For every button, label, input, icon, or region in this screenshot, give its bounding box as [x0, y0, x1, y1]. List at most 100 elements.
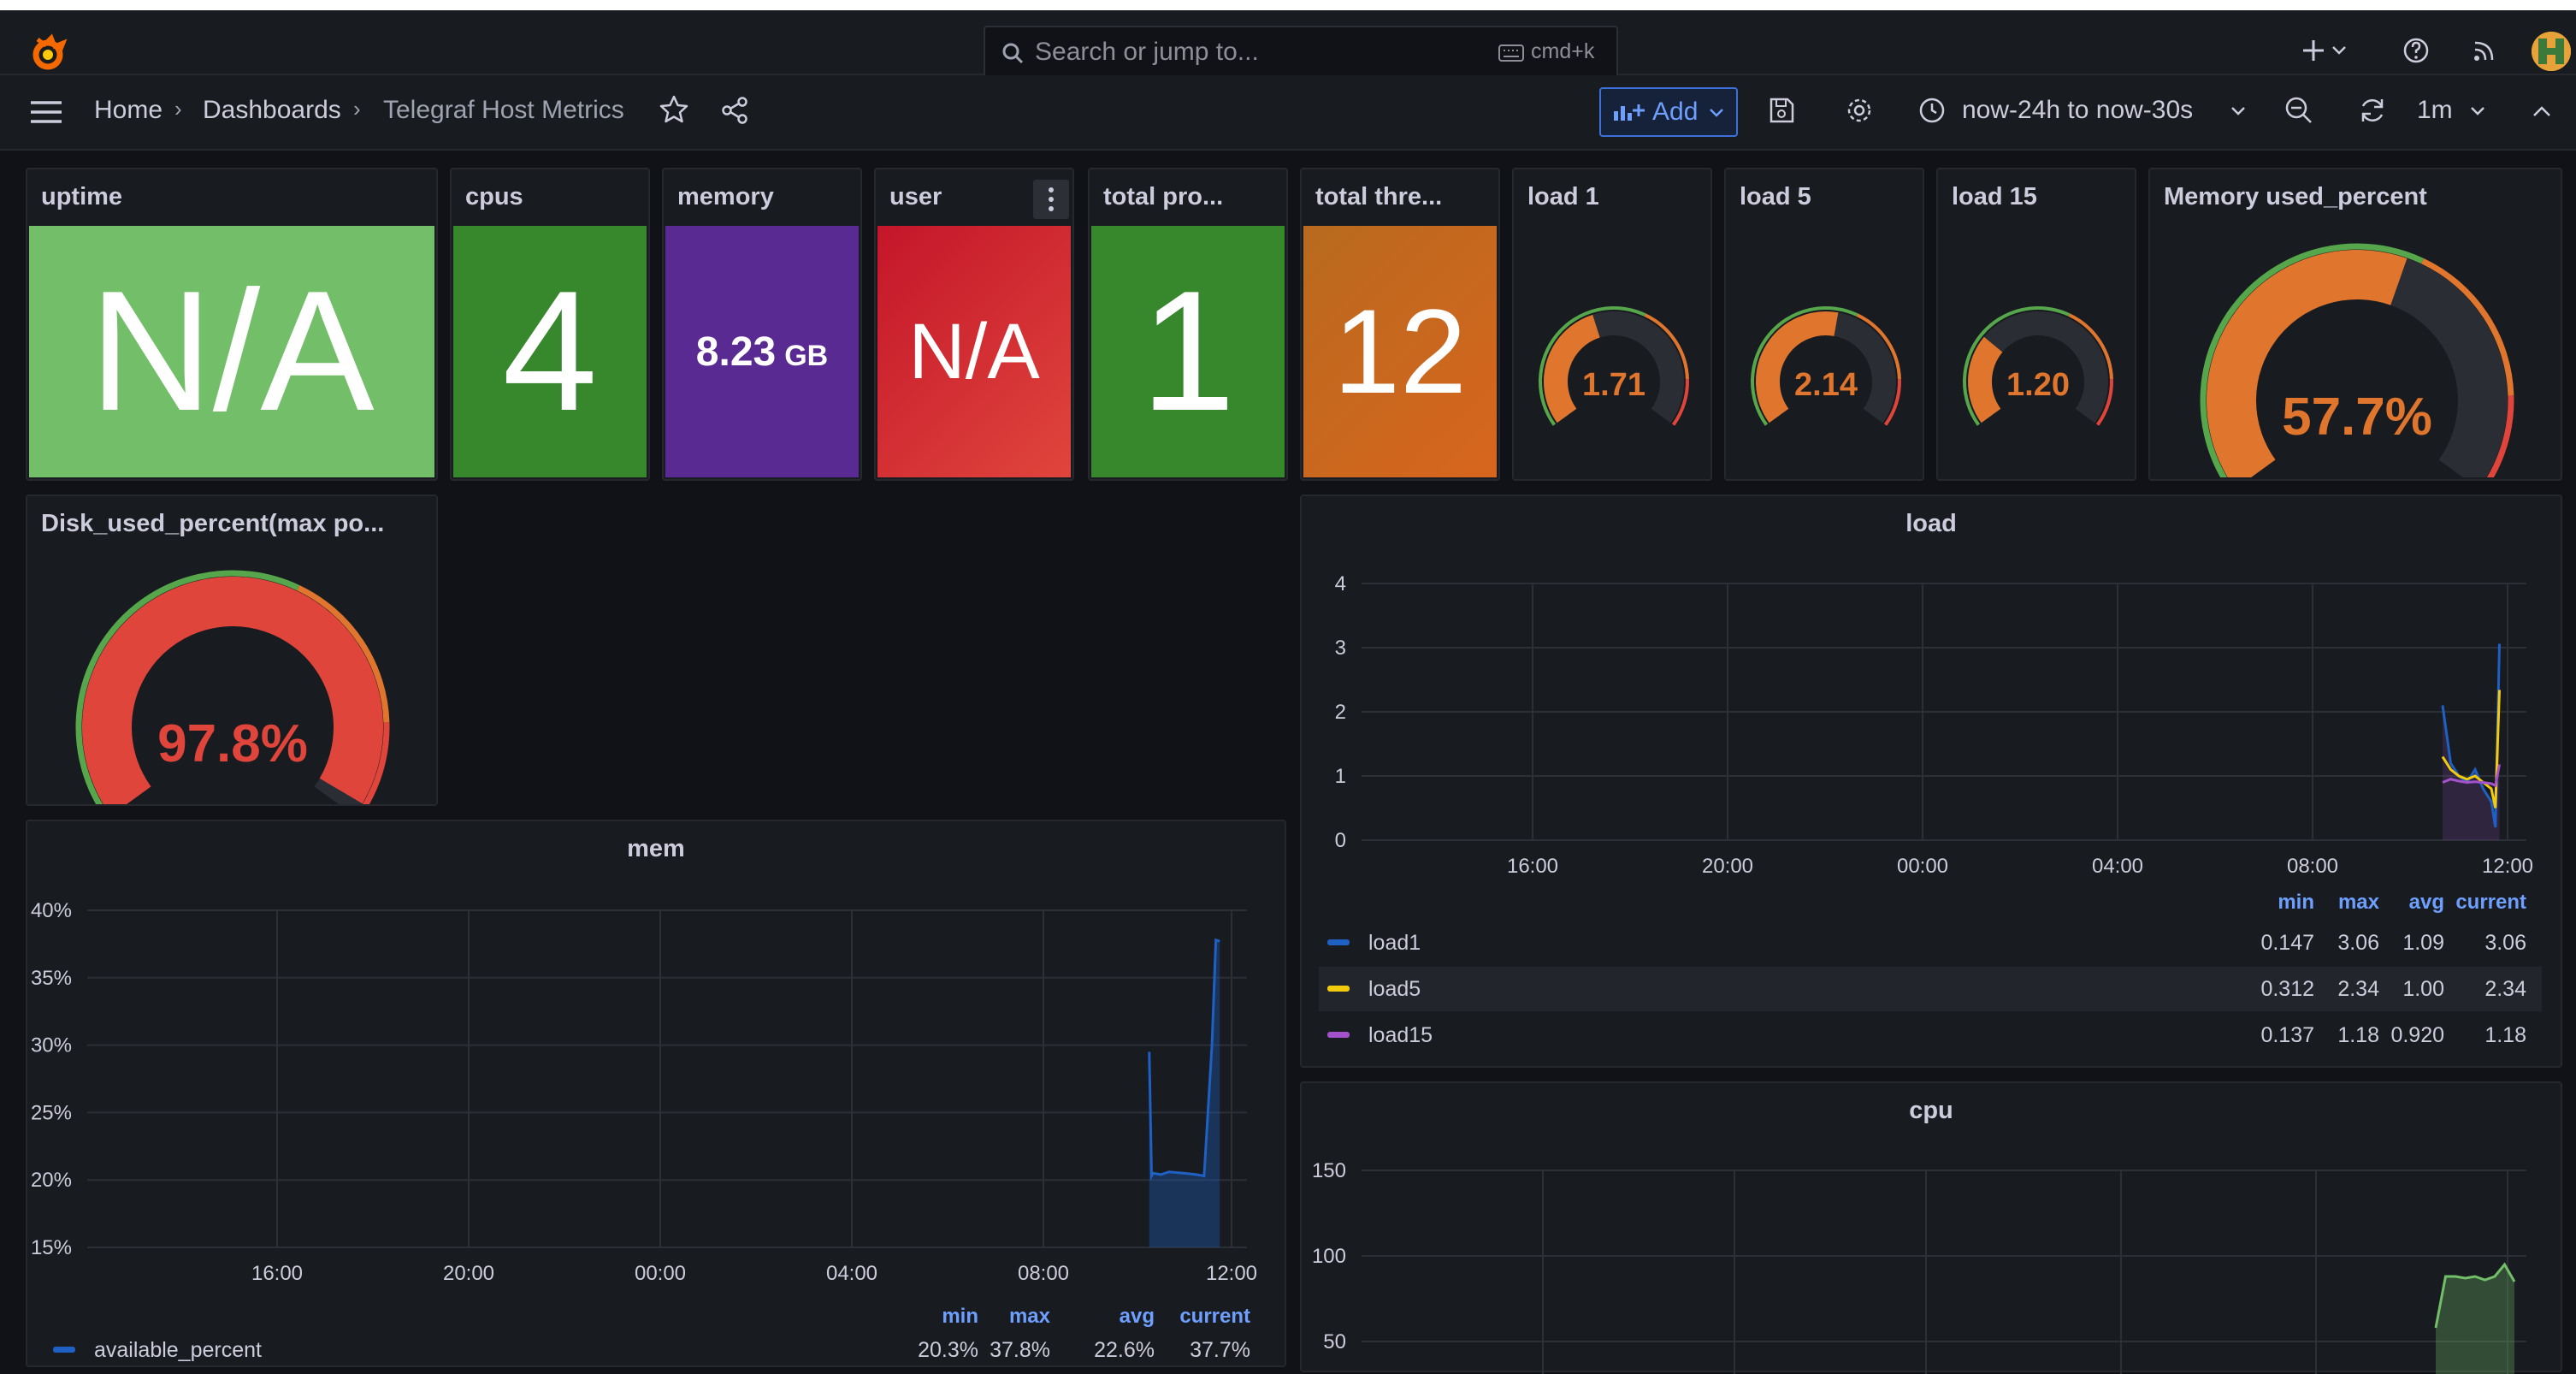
y-tick-label: 2	[1335, 701, 1346, 724]
panel-title: total thre...	[1315, 183, 1443, 210]
time-range-picker[interactable]: now-24h to now-30s	[1962, 96, 2193, 125]
legend-header[interactable]: avg	[1120, 1305, 1155, 1328]
search-bar[interactable]: Search or jump to... cmd+k	[984, 26, 1618, 80]
breadcrumb-separator-icon: ›	[174, 96, 182, 121]
panel-disk-used-percent[interactable]: Disk_used_percent(max po... 97.8%	[26, 495, 438, 806]
gauge-value: 1.20	[2006, 367, 2070, 403]
panel-mem[interactable]: mem 15% 20% 25% 30% 35% 40% 16:00 20:00 00:00 04:…	[26, 820, 1286, 1367]
panel-memory[interactable]: memory 8.23 GB	[662, 168, 862, 481]
stat-value: N/A	[29, 226, 434, 477]
plus-icon[interactable]	[2299, 36, 2328, 65]
y-tick-label: 150	[1312, 1159, 1346, 1182]
panel-load-5[interactable]: load 5 2.14	[1724, 168, 1924, 481]
panel-user[interactable]: user N/A	[874, 168, 1074, 481]
x-tick-label: 08:00	[1018, 1262, 1069, 1285]
panel-menu-icon[interactable]	[1033, 180, 1069, 219]
stat-box: 8.23 GB	[665, 226, 859, 477]
breadcrumb-dashboards[interactable]: Dashboards	[203, 96, 341, 125]
star-icon[interactable]	[659, 94, 689, 125]
breadcrumb-current: Telegraf Host Metrics	[383, 96, 624, 124]
legend-header[interactable]: max	[2338, 891, 2380, 914]
panel-load[interactable]: load 0 1 2 3 4 16:00 20:00 00:00 04:00 08:00 12:00…	[1300, 495, 2562, 1068]
legend-value: 1.18	[2484, 1023, 2526, 1047]
clock-icon[interactable]	[1917, 96, 1947, 125]
panel-title: load 15	[1952, 183, 2037, 210]
x-tick-label: 20:00	[443, 1262, 494, 1285]
series-area	[2436, 1264, 2514, 1374]
panel-memory-used-percent[interactable]: Memory used_percent 57.7%	[2148, 168, 2562, 481]
rss-news-icon[interactable]	[2470, 36, 2499, 65]
gauge-fill	[1968, 336, 2003, 423]
panel-title: user	[889, 183, 942, 210]
gauge-value: 97.8%	[157, 714, 308, 773]
legend-value: 37.8%	[990, 1338, 1050, 1362]
panel-load-1[interactable]: load 1 1.71	[1512, 168, 1712, 481]
share-icon[interactable]	[720, 96, 749, 125]
collapse-icon[interactable]	[2532, 104, 2552, 118]
chevron-down-icon	[1710, 109, 1723, 117]
gear-icon[interactable]	[1844, 95, 1875, 126]
top-navigation: Search or jump to... cmd+k	[0, 10, 2576, 80]
panel-cpu[interactable]: cpu 50 100 150	[1300, 1081, 2562, 1374]
x-tick-label: 16:00	[251, 1262, 303, 1285]
panel-title: Disk_used_percent(max po...	[41, 510, 385, 537]
x-tick-label: 00:00	[635, 1262, 686, 1285]
stat-value: 8.23	[695, 329, 777, 375]
legend-value: 22.6%	[1094, 1338, 1155, 1362]
gauge-load-5: 2.14	[1751, 306, 1901, 426]
y-tick-label: 100	[1312, 1245, 1346, 1268]
breadcrumb-separator-icon: ›	[353, 96, 361, 121]
user-avatar[interactable]	[2532, 32, 2571, 71]
legend-swatch	[1327, 939, 1350, 945]
legend-value: 2.34	[2337, 977, 2379, 1001]
legend-value: 2.34	[2484, 977, 2526, 1001]
panel-title: memory	[677, 183, 774, 210]
panel-total-threads[interactable]: total thre... 12	[1300, 168, 1500, 481]
y-tick-label: 30%	[31, 1034, 72, 1057]
x-tick-label: 20:00	[1702, 855, 1753, 878]
panel-cpus[interactable]: cpus 4	[450, 168, 650, 481]
add-button-label: Add	[1652, 98, 1699, 126]
add-button[interactable]: Add	[1599, 87, 1738, 137]
legend-header[interactable]: current	[1179, 1305, 1250, 1328]
legend-swatch	[1327, 1032, 1350, 1038]
y-tick-label: 40%	[31, 899, 72, 922]
refresh-interval-picker[interactable]: 1m	[2417, 96, 2453, 125]
legend-value: 0.312	[2260, 977, 2314, 1001]
chevron-down-icon[interactable]	[2230, 106, 2246, 116]
window-top-strip	[0, 0, 2576, 10]
breadcrumb-home[interactable]: Home	[94, 96, 162, 125]
legend-value: 3.06	[2337, 931, 2379, 955]
legend-series-name[interactable]: load5	[1368, 977, 1421, 1001]
legend-series-name[interactable]: load1	[1368, 931, 1421, 955]
search-placeholder: Search or jump to...	[1035, 38, 1259, 66]
menu-icon[interactable]	[29, 99, 63, 125]
x-tick-label: 12:00	[1206, 1262, 1257, 1285]
y-tick-label: 35%	[31, 967, 72, 990]
legend-header[interactable]: avg	[2409, 891, 2444, 914]
save-icon[interactable]	[1767, 96, 1796, 125]
grafana-logo-icon[interactable]	[26, 31, 70, 75]
add-panel-icon	[1614, 104, 1645, 121]
panel-load-15[interactable]: load 15 1.20	[1936, 168, 2136, 481]
legend-value: 1.18	[2337, 1023, 2379, 1047]
stat-unit: GB	[784, 339, 829, 372]
legend-swatch	[1327, 986, 1350, 992]
y-tick-label: 0	[1335, 829, 1346, 852]
search-shortcut: cmd+k	[1531, 39, 1595, 63]
chevron-down-icon[interactable]	[2331, 44, 2347, 56]
legend-header[interactable]: min	[942, 1305, 978, 1328]
panel-uptime[interactable]: uptime N/A	[26, 168, 438, 481]
legend-header[interactable]: current	[2455, 891, 2526, 914]
legend-series-name[interactable]: load15	[1368, 1023, 1433, 1047]
legend-header[interactable]: min	[2278, 891, 2314, 914]
refresh-icon[interactable]	[2357, 95, 2388, 126]
legend-header[interactable]: max	[1009, 1305, 1051, 1328]
chevron-down-icon[interactable]	[2470, 106, 2485, 116]
help-icon[interactable]	[2402, 36, 2431, 65]
gauge-value: 1.71	[1582, 367, 1645, 403]
legend-series-name[interactable]: available_percent	[94, 1338, 262, 1362]
gauge-value: 57.7%	[2282, 388, 2432, 447]
panel-total-processes[interactable]: total pro... 1	[1088, 168, 1288, 481]
zoom-out-icon[interactable]	[2284, 95, 2314, 126]
